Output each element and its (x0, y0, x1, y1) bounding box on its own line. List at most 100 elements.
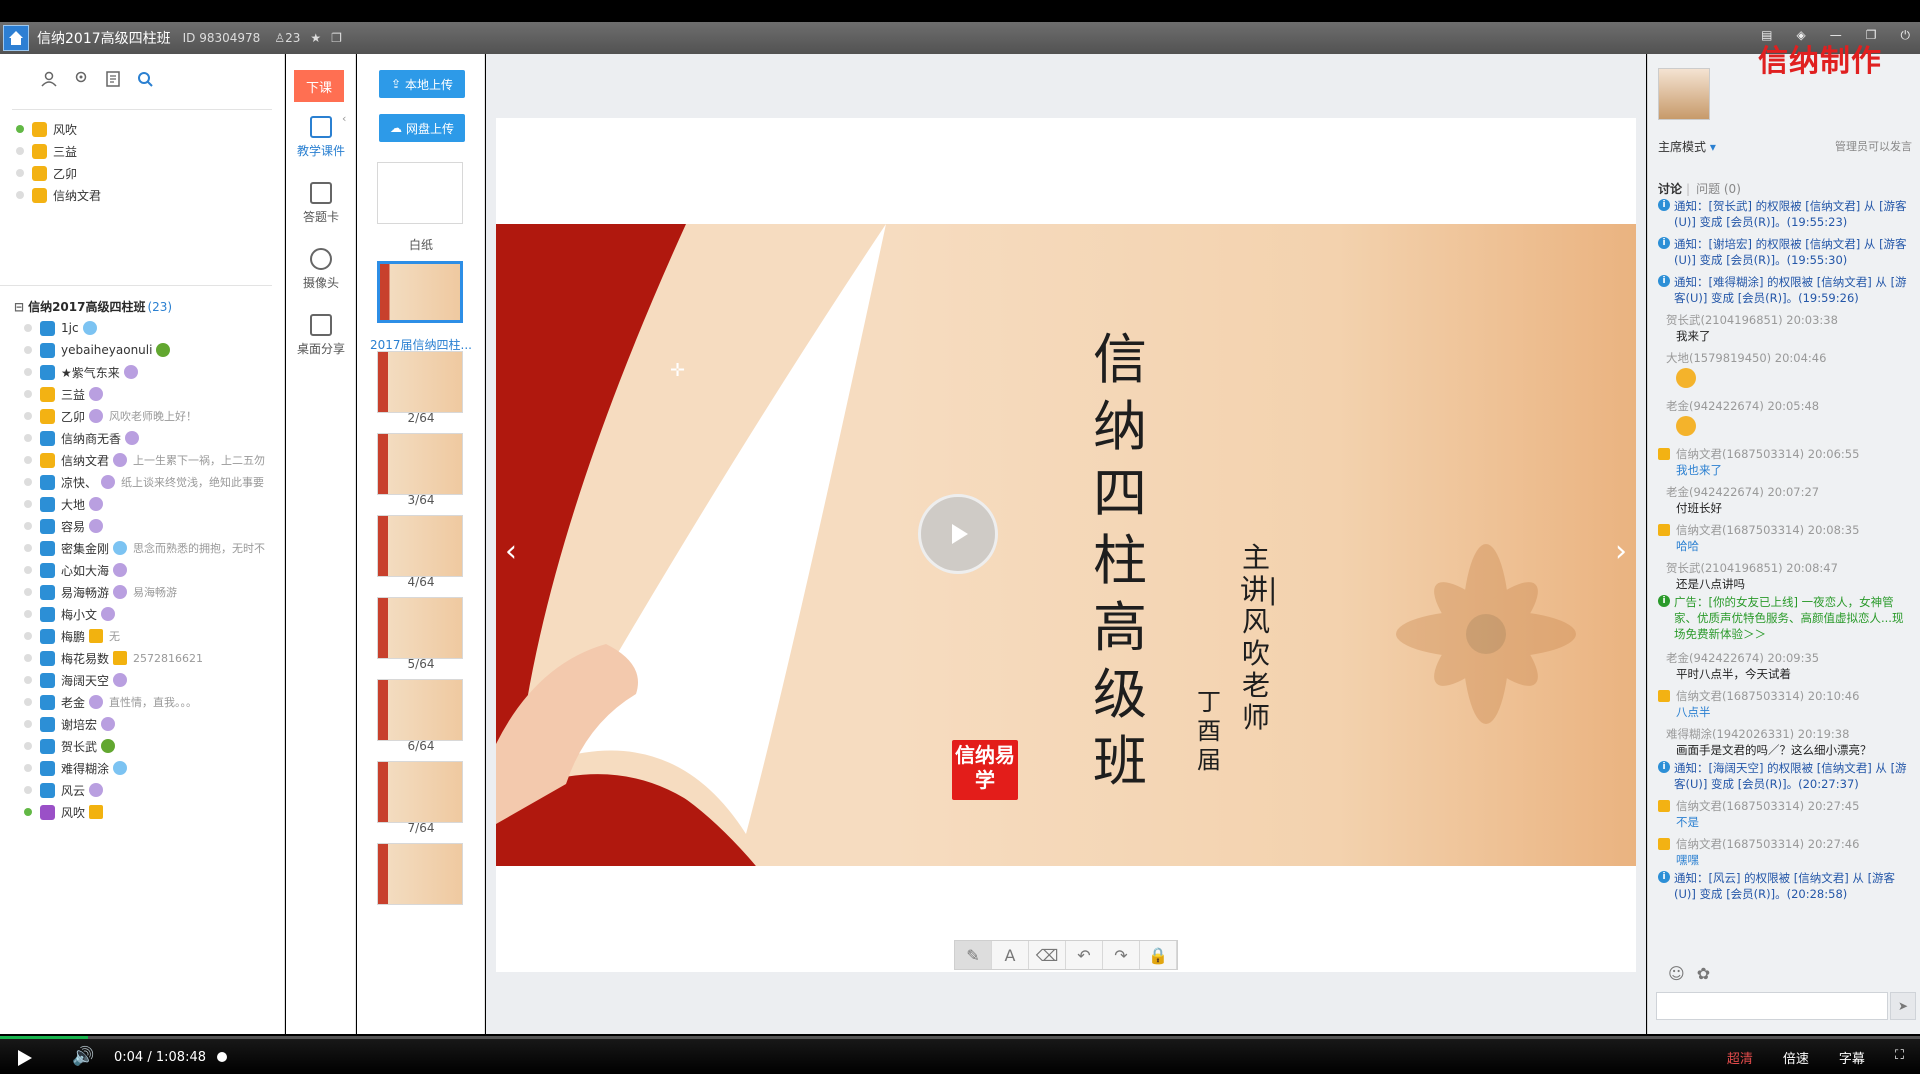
admin-role-icon (32, 121, 47, 137)
chat-sender: 老金(942422674) 20:05:48 (1666, 399, 1820, 413)
end-class-button[interactable]: 下课 (294, 70, 344, 102)
local-upload-button[interactable]: ⇪ 本地上传 (379, 70, 465, 98)
video-play-button[interactable] (918, 494, 998, 574)
user-row[interactable]: 易海畅游 易海畅游 (24, 581, 284, 603)
page-thumbnail[interactable] (377, 843, 463, 905)
slide-canvas[interactable]: 信纳四柱高级班 主讲|风吹老师 丁酉届 信纳易学 ‹ › ✛ (496, 224, 1636, 866)
user-badge-icon (113, 651, 128, 665)
location-icon[interactable] (72, 70, 90, 88)
power-icon[interactable]: ⏻ (1901, 28, 1911, 43)
admin-row[interactable]: 风吹 (16, 118, 272, 140)
chat-input[interactable] (1656, 992, 1888, 1020)
member-panel: 风吹 三益 乙卯 信纳文君 ⊟ 信纳2017高级四柱班 (23) 1jc yebaihe… (0, 54, 285, 1034)
selected-thumbnail[interactable] (377, 261, 463, 323)
person-icon: ♙ (274, 31, 286, 45)
cloud-upload-button[interactable]: ☁ 网盘上传 (379, 114, 465, 142)
prev-slide-button[interactable]: ‹ (496, 521, 526, 581)
user-row[interactable]: 容易 (24, 515, 284, 537)
collapse-icon[interactable]: ⊟ (14, 300, 24, 314)
collapse-arrow-icon[interactable]: ‹ (342, 112, 346, 125)
desktop-share-label: 桌面分享 (296, 342, 345, 356)
blank-thumbnail[interactable] (377, 162, 463, 224)
user-row[interactable]: 信纳商无香 (24, 427, 284, 449)
user-badge-icon (125, 431, 140, 445)
redo-icon[interactable]: ↷ (1103, 941, 1140, 969)
tab-discuss[interactable]: 讨论 (1658, 182, 1682, 196)
user-badge-icon (89, 497, 104, 511)
user-icon[interactable] (40, 70, 58, 88)
user-row[interactable]: 海阔天空 (24, 669, 284, 691)
page-thumbnail[interactable] (377, 351, 463, 413)
flower-icon[interactable]: ✿ (1697, 964, 1710, 983)
text-tool-icon[interactable]: A (992, 941, 1029, 969)
page-thumbnail[interactable] (377, 433, 463, 495)
fullscreen-icon[interactable]: ⛶ (1895, 1048, 1904, 1067)
play-pause-icon[interactable] (18, 1050, 32, 1066)
next-slide-button[interactable]: › (1606, 521, 1636, 581)
user-row[interactable]: 梅小文 (24, 603, 284, 625)
speed-button[interactable]: 倍速 (1783, 1048, 1809, 1067)
group-header[interactable]: ⊟ 信纳2017高级四柱班 (23) (0, 286, 284, 315)
user-row[interactable]: 凉快、 纸上谈来终觉浅，绝知此事要 (24, 471, 284, 493)
user-row[interactable]: 梅花易数 2572816621 (24, 647, 284, 669)
copy-icon[interactable]: ❐ (331, 31, 342, 45)
answer-card-tab[interactable]: 答题卡 (286, 182, 356, 225)
admin-name: 三益 (53, 144, 78, 159)
status-dot (24, 544, 32, 552)
user-badge-icon (101, 717, 116, 731)
status-dot (24, 698, 32, 706)
page-thumbnail[interactable] (377, 679, 463, 741)
camera-tab[interactable]: 摄像头 (286, 248, 356, 291)
avatar[interactable] (1658, 68, 1710, 120)
user-row[interactable]: 信纳文君 上一生累下一祸，上二五勿 (24, 449, 284, 471)
emoji-icon[interactable]: ☺ (1668, 964, 1685, 983)
search-icon[interactable] (136, 70, 154, 88)
subtitle-button[interactable]: 字幕 (1839, 1048, 1865, 1067)
admin-row[interactable]: 三益 (16, 140, 272, 162)
send-button[interactable]: ➤ (1890, 992, 1916, 1020)
pen-icon[interactable]: ✎ (955, 941, 992, 969)
list-icon[interactable] (104, 70, 122, 88)
admin-row[interactable]: 信纳文君 (16, 184, 272, 206)
user-row[interactable]: 风云 (24, 779, 284, 801)
user-row[interactable]: 心如大海 (24, 559, 284, 581)
desktop-share-tab[interactable]: 桌面分享 (286, 314, 356, 357)
volume-icon[interactable]: 🔊 (72, 1046, 94, 1067)
user-row[interactable]: 难得糊涂 (24, 757, 284, 779)
page-thumbnail[interactable] (377, 761, 463, 823)
chevron-right-icon: › (1615, 533, 1627, 569)
undo-icon[interactable]: ↶ (1066, 941, 1103, 969)
status-dot (24, 764, 32, 772)
user-signature: 纸上谈来终觉浅，绝知此事要 (121, 476, 265, 489)
user-row[interactable]: 乙卯 风吹老师晚上好！ (24, 405, 284, 427)
user-row[interactable]: yebaiheyaonuli (24, 339, 284, 361)
status-dot (24, 654, 32, 662)
user-row[interactable]: 梅鹏 无 (24, 625, 284, 647)
user-row[interactable]: 三益 (24, 383, 284, 405)
mode-selector[interactable]: 主席模式 ▾ (1658, 138, 1716, 155)
user-row[interactable]: 谢培宏 (24, 713, 284, 735)
chat-notice: 通知：[海阔天空] 的权限被 [信纳文君] 从 [游客(U)] 变成 [会员(R… (1658, 760, 1914, 792)
admin-row[interactable]: 乙卯 (16, 162, 272, 184)
video-progress-track[interactable] (0, 1036, 1920, 1039)
page-thumbnail[interactable] (377, 597, 463, 659)
quality-button[interactable]: 超清 (1727, 1048, 1753, 1067)
lock-icon[interactable]: 🔒 (1140, 941, 1177, 969)
chat-emoticon (1658, 414, 1914, 440)
progress-knob[interactable] (217, 1052, 227, 1062)
page-thumbnail[interactable] (377, 515, 463, 577)
user-row[interactable]: 1jc (24, 317, 284, 339)
tab-question[interactable]: 问题 (0) (1696, 182, 1741, 196)
user-row[interactable]: 老金 直性情，直我。。。 (24, 691, 284, 713)
user-row[interactable]: 大地 (24, 493, 284, 515)
user-row[interactable]: 密集金刚 思念而熟悉的拥抱，无时不 (24, 537, 284, 559)
room-id: ID 98304978 (182, 31, 261, 45)
user-row[interactable]: 贺长武 (24, 735, 284, 757)
eraser-icon[interactable]: ⌫ (1029, 941, 1066, 969)
home-button[interactable] (3, 25, 29, 51)
user-role-icon (40, 606, 55, 622)
user-row[interactable]: ★紫气东来 (24, 361, 284, 383)
user-name: ★紫气东来 (61, 365, 120, 380)
favorite-star-icon[interactable]: ★ (310, 31, 321, 45)
user-row[interactable]: 风吹 (24, 801, 284, 823)
